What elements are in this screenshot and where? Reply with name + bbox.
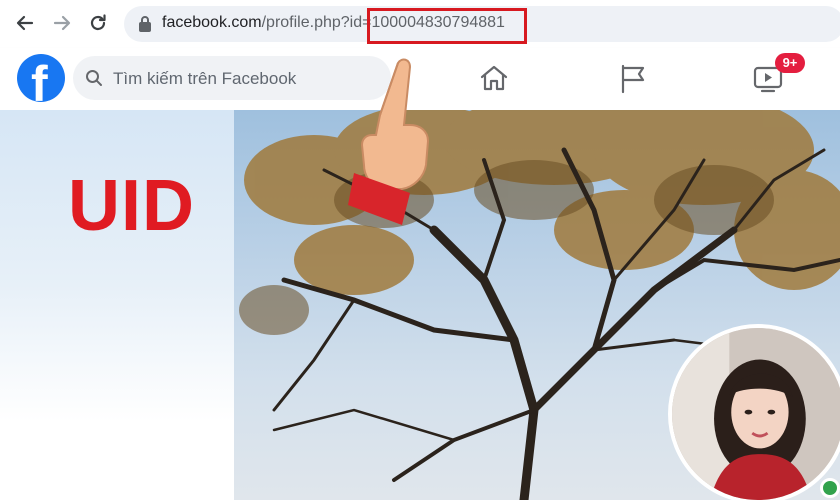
profile-avatar[interactable] <box>668 324 840 504</box>
notification-badge: 9+ <box>775 53 805 73</box>
reload-button[interactable] <box>85 10 111 36</box>
browser-toolbar: facebook.com/profile.php?id=100004830794… <box>0 0 840 48</box>
cover-left-panel: UID <box>0 110 234 500</box>
search-placeholder: Tìm kiếm trên Facebook <box>113 69 297 88</box>
reload-icon <box>90 14 106 31</box>
arrow-left-icon <box>16 15 34 31</box>
home-icon[interactable] <box>478 62 510 94</box>
back-button[interactable] <box>12 10 38 36</box>
forward-button[interactable] <box>49 10 75 36</box>
url-path: /profile.php?id= <box>261 14 372 31</box>
pointing-hand-icon <box>348 58 430 225</box>
uid-label: UID <box>68 166 195 246</box>
flag-icon[interactable] <box>617 62 649 94</box>
lock-icon <box>139 16 151 32</box>
url-host: facebook.com <box>162 14 262 31</box>
search-icon <box>86 70 102 86</box>
arrow-right-icon <box>53 15 71 31</box>
facebook-logo[interactable]: f <box>17 54 65 102</box>
profile-photo <box>672 328 840 500</box>
uid-highlight-box <box>367 8 527 44</box>
online-status-dot <box>820 478 840 498</box>
